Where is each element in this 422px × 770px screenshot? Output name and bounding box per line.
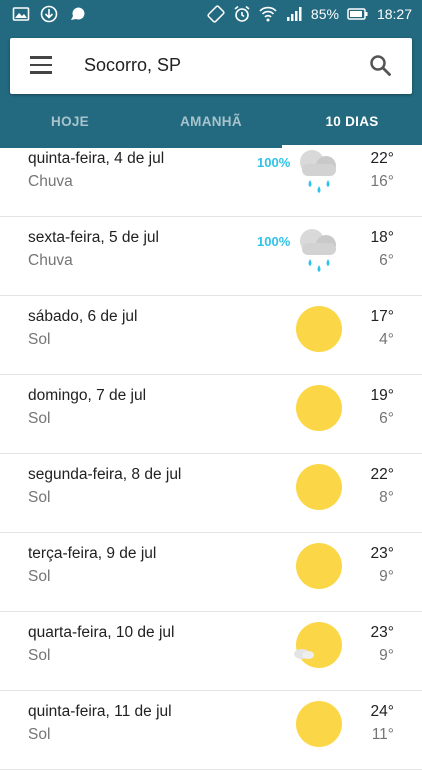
app-header: Socorro, SP HOJE AMANHÃ 10 DIAS <box>0 30 422 148</box>
download-icon <box>40 5 58 23</box>
forecast-list: quinta-feira, 4 de jul Chuva 100% 22° 16° sex… <box>0 138 422 770</box>
day-label: quinta-feira, 11 de jul <box>28 703 172 720</box>
battery-icon <box>347 8 368 20</box>
condition-label: Sol <box>28 489 51 506</box>
tab-bar: HOJE AMANHÃ 10 DIAS <box>0 102 422 148</box>
tab-hoje[interactable]: HOJE <box>0 102 140 148</box>
forecast-row[interactable]: terça-feira, 9 de jul Sol 23° 9° <box>0 533 422 612</box>
wifi-icon <box>259 6 277 22</box>
rotate-icon <box>207 5 225 23</box>
condition-label: Sol <box>28 726 51 743</box>
battery-percent: 85% <box>310 6 339 22</box>
high-temp: 17° <box>370 308 394 325</box>
gallery-icon <box>12 7 30 21</box>
alarm-icon <box>234 5 250 22</box>
location-label[interactable]: Socorro, SP <box>84 55 181 76</box>
forecast-row[interactable]: sábado, 6 de jul Sol 17° 4° <box>0 296 422 375</box>
tab-amanha[interactable]: AMANHÃ <box>141 102 281 148</box>
condition-label: Chuva <box>28 173 73 190</box>
low-temp: 16° <box>370 173 394 190</box>
low-temp: 6° <box>379 252 394 269</box>
clock: 18:27 <box>376 6 412 22</box>
search-bar[interactable]: Socorro, SP <box>10 38 412 94</box>
condition-label: Sol <box>28 331 51 348</box>
day-label: sexta-feira, 5 de jul <box>28 229 159 246</box>
high-temp: 23° <box>370 545 394 562</box>
sun-icon <box>296 543 342 589</box>
day-label: quarta-feira, 10 de jul <box>28 624 175 641</box>
precip-chance: 100% <box>257 155 291 170</box>
forecast-row[interactable]: domingo, 7 de jul Sol 19° 6° <box>0 375 422 454</box>
low-temp: 9° <box>379 647 394 664</box>
high-temp: 22° <box>370 150 394 167</box>
forecast-row[interactable]: quinta-feira, 4 de jul Chuva 100% 22° 16° <box>0 138 422 217</box>
day-label: quinta-feira, 4 de jul <box>28 150 165 167</box>
forecast-row[interactable]: sexta-feira, 5 de jul Chuva 100% 18° 6° <box>0 217 422 296</box>
low-temp: 4° <box>379 331 394 348</box>
low-temp: 8° <box>379 489 394 506</box>
sun-icon <box>296 385 342 431</box>
condition-label: Sol <box>28 410 51 427</box>
forecast-row[interactable]: quinta-feira, 11 de jul Sol 24° 11° <box>0 691 422 770</box>
forecast-row[interactable]: quarta-feira, 10 de jul Sol 23° 9° <box>0 612 422 691</box>
rain-icon <box>300 150 336 193</box>
search-icon[interactable] <box>368 53 392 77</box>
condition-label: Sol <box>28 568 51 585</box>
day-label: domingo, 7 de jul <box>28 387 147 404</box>
day-label: segunda-feira, 8 de jul <box>28 466 182 483</box>
signal-icon <box>286 7 302 21</box>
sun-icon <box>296 464 342 510</box>
low-temp: 6° <box>379 410 394 427</box>
day-label: sábado, 6 de jul <box>28 308 138 325</box>
forecast-row[interactable]: segunda-feira, 8 de jul Sol 22° 8° <box>0 454 422 533</box>
condition-label: Sol <box>28 647 51 664</box>
day-label: terça-feira, 9 de jul <box>28 545 157 562</box>
high-temp: 23° <box>370 624 394 641</box>
high-temp: 24° <box>370 703 394 720</box>
low-temp: 9° <box>379 568 394 585</box>
precip-chance: 100% <box>257 234 291 249</box>
rain-icon <box>300 229 336 272</box>
high-temp: 19° <box>370 387 394 404</box>
sun-icon <box>296 701 342 747</box>
sun-icon <box>296 306 342 352</box>
high-temp: 18° <box>370 229 394 246</box>
tab-10-dias[interactable]: 10 DIAS <box>282 102 422 148</box>
low-temp: 11° <box>371 726 394 743</box>
condition-label: Chuva <box>28 252 73 269</box>
status-bar: 85% 18:27 <box>0 0 422 30</box>
chat-icon <box>71 7 85 20</box>
menu-icon[interactable] <box>30 56 52 76</box>
high-temp: 22° <box>370 466 394 483</box>
sun-small-cloud-icon <box>294 622 342 668</box>
